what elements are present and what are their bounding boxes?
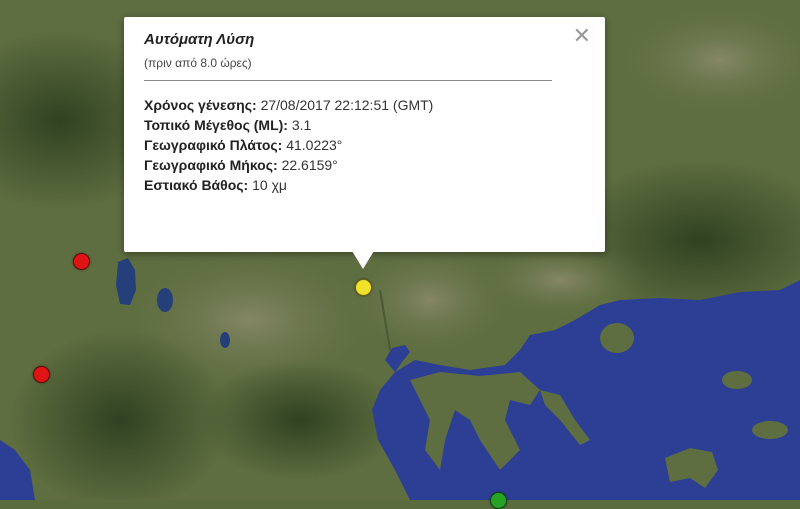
info-window-pointer <box>352 251 374 269</box>
lake-prespa <box>157 288 173 312</box>
row-label: Γεωγραφικό Μήκος: <box>144 157 278 173</box>
info-window: ✕ Αυτόματη Λύση (πριν από 8.0 ώρες) Χρόν… <box>124 17 605 252</box>
imbros-island <box>752 421 788 439</box>
popup-title: Αυτόματη Λύση <box>144 31 255 48</box>
earthquake-marker-red-1[interactable] <box>73 253 90 270</box>
row-label: Τοπικό Μέγεθος (ML): <box>144 117 288 133</box>
row-value: 3.1 <box>291 117 312 133</box>
earthquake-marker-selected[interactable] <box>355 279 372 296</box>
row-label: Εστιακό Βάθος: <box>144 177 249 193</box>
row-value: 27/08/2017 22:12:51 (GMT) <box>260 97 434 113</box>
earthquake-marker-green[interactable] <box>490 492 507 509</box>
divider <box>144 80 552 81</box>
row-value: 22.6159° <box>281 157 338 173</box>
row-label: Χρόνος γένεσης: <box>144 97 257 113</box>
lake-vegoritida <box>220 332 230 348</box>
popup-subtitle: (πριν από 8.0 ώρες) <box>144 56 252 70</box>
samothrace-island <box>722 371 752 389</box>
earthquake-marker-red-2[interactable] <box>33 366 50 383</box>
magnitude-row: Τοπικό Μέγεθος (ML): 3.1 <box>144 115 585 135</box>
close-icon[interactable]: ✕ <box>573 25 591 47</box>
row-label: Γεωγραφικό Πλάτος: <box>144 137 283 153</box>
thasos-island <box>600 323 634 353</box>
depth-row: Εστιακό Βάθος: 10 χμ <box>144 175 585 195</box>
origin-time-row: Χρόνος γένεσης: 27/08/2017 22:12:51 (GMT… <box>144 95 585 115</box>
latitude-row: Γεωγραφικό Πλάτος: 41.0223° <box>144 135 585 155</box>
row-value: 41.0223° <box>286 137 343 153</box>
row-value: 10 χμ <box>252 177 288 193</box>
longitude-row: Γεωγραφικό Μήκος: 22.6159° <box>144 155 585 175</box>
